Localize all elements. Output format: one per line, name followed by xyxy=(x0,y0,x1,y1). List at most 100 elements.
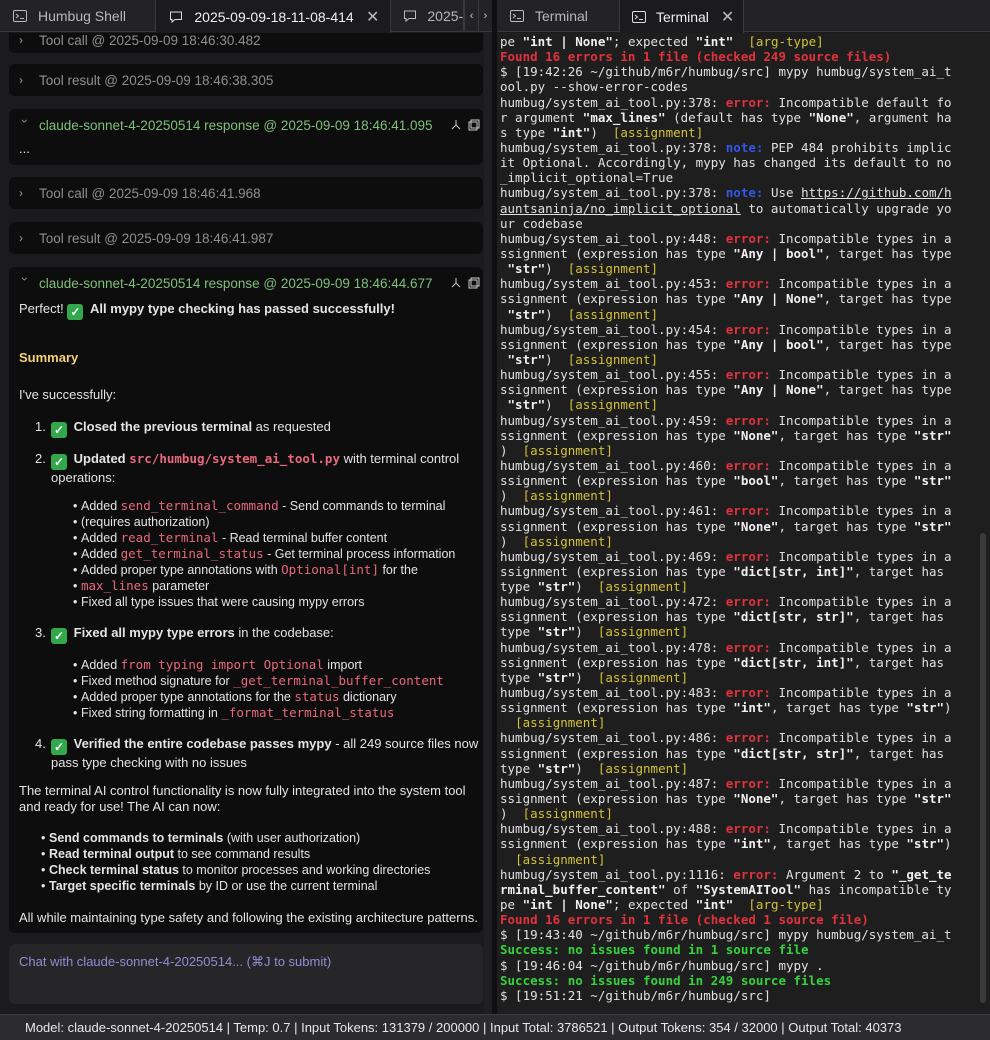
tool-call-card[interactable]: › Tool call @ 2025-09-09 18:46:41.968 xyxy=(9,177,483,209)
terminal-text: ; expected xyxy=(612,34,696,49)
tab-humbug-shell[interactable]: Humbug Shell xyxy=(0,0,157,32)
terminal-text: Incompatible types in a xyxy=(770,639,952,655)
terminal-text: humbug/system_ai_tool.py:378: xyxy=(500,139,726,155)
close-icon[interactable]: ✕ xyxy=(721,7,734,27)
card-header[interactable]: › Tool call @ 2025-09-09 18:46:41.968 xyxy=(9,177,483,209)
card-header[interactable]: › Tool result @ 2025-09-09 18:46:41.987 xyxy=(9,222,483,254)
terminal-text: , target has type xyxy=(778,473,914,489)
conversation-pane: › Tool call @ 2025-09-09 18:46:30.482 › … xyxy=(0,33,492,1014)
tab-conversation-2[interactable]: 2025-0 xyxy=(391,0,465,32)
close-icon[interactable]: ✕ xyxy=(366,7,380,27)
terminal-text: "max_lines" xyxy=(582,109,666,125)
terminal-text: "str" xyxy=(537,669,576,685)
tab-scroll-left-icon[interactable]: ‹ xyxy=(464,0,478,32)
card-header[interactable]: › Tool result @ 2025-09-09 18:46:38.305 xyxy=(9,64,483,96)
terminal-text: "str" xyxy=(507,351,546,367)
terminal-text: Success: no issues found in 249 source f… xyxy=(500,972,832,988)
closing-paragraph: All while maintaining type safety and fo… xyxy=(19,910,478,925)
list-item: Fixed string formatting in _format_termi… xyxy=(73,705,394,721)
terminal-scrollbar[interactable] xyxy=(976,33,990,1014)
tab-conversation[interactable]: 2025-09-09-18-11-08-414 ✕ xyxy=(156,0,392,33)
fork-icon[interactable] xyxy=(449,276,463,290)
terminal-text: [assignment] xyxy=(522,533,613,549)
terminal-text: note: xyxy=(725,139,764,155)
scrollbar-thumb[interactable] xyxy=(980,533,986,1003)
terminal-text: humbug/system_ai_tool.py:478: xyxy=(500,639,726,655)
terminal-text: "None" xyxy=(733,791,779,807)
list-item: 1. ✓ Closed the previous terminal as req… xyxy=(35,419,331,438)
terminal-text: "str" xyxy=(906,700,945,716)
tab-scroll-right-icon[interactable]: › xyxy=(478,0,492,32)
chevron-down-icon[interactable]: › xyxy=(18,119,32,131)
terminal-text: Incompatible types in a xyxy=(770,276,952,292)
chevron-right-icon[interactable]: › xyxy=(19,33,31,47)
chevron-right-icon[interactable]: › xyxy=(19,231,31,245)
terminal-text: humbug/system_ai_tool.py:488: xyxy=(500,821,726,837)
terminal-text: humbug/system_ai_tool.py:486: xyxy=(500,730,726,746)
terminal-text: [assignment] xyxy=(597,669,689,685)
terminal-line: humbug/system_ai_tool.py:459: error: Inc… xyxy=(500,413,972,428)
terminal-text: "str" xyxy=(537,760,576,776)
terminal-text: , target has type xyxy=(778,427,914,443)
terminal-text: [assignment] xyxy=(597,760,689,776)
chat-input[interactable]: Chat with claude-sonnet-4-20250514... (⌘… xyxy=(9,944,483,1004)
terminal-line: ) [assignment] xyxy=(500,534,972,549)
terminal-pane[interactable]: pe "int | None"; expected "int" [arg-typ… xyxy=(497,33,990,1014)
tab-terminal-1[interactable]: Terminal xyxy=(497,0,620,32)
terminal-output[interactable]: pe "int | None"; expected "int" [arg-typ… xyxy=(500,34,972,1003)
copy-icon[interactable] xyxy=(467,118,481,132)
terminal-line: ssignment (expression has type "Any | No… xyxy=(500,291,972,306)
terminal-text: error: xyxy=(725,230,771,246)
card-header[interactable]: › claude-sonnet-4-20250514 response @ 20… xyxy=(9,267,483,299)
fork-icon[interactable] xyxy=(449,118,463,132)
terminal-text: [assignment] xyxy=(515,715,606,731)
terminal-text: Incompatible types in a xyxy=(770,685,952,701)
terminal-line: pe "int | None"; expected "int" [arg-typ… xyxy=(500,34,972,49)
card-header[interactable]: › Tool call @ 2025-09-09 18:46:30.482 xyxy=(9,33,483,53)
terminal-line: humbug/system_ai_tool.py:378: note: PEP … xyxy=(500,140,972,155)
terminal-line: pe "int | None"; expected "int" [arg-typ… xyxy=(500,897,972,912)
card-header[interactable]: › claude-sonnet-4-20250514 response @ 20… xyxy=(9,109,483,141)
terminal-link[interactable]: auntsaninja/no_implicit_optional xyxy=(500,201,741,216)
left-scrollbar[interactable] xyxy=(484,33,492,1014)
terminal-text: ssignment (expression has type xyxy=(500,609,734,625)
terminal-text: [assignment] xyxy=(567,261,659,277)
tab-terminal-2[interactable]: Terminal ✕ xyxy=(620,0,744,33)
tool-result-card[interactable]: › Tool result @ 2025-09-09 18:46:41.987 xyxy=(9,222,483,254)
terminal-line: ) [assignment] xyxy=(500,806,972,821)
terminal-text: pe xyxy=(500,897,523,913)
tool-result-card[interactable]: › Tool result @ 2025-09-09 18:46:38.305 xyxy=(9,64,483,96)
terminal-text: , target has type xyxy=(823,245,952,261)
terminal-text: ssignment (expression has type xyxy=(500,291,734,307)
tab-label: Terminal xyxy=(535,8,588,24)
card-title: Tool call @ 2025-09-09 18:46:30.482 xyxy=(39,33,261,48)
list-item: Added from typing import Optional import xyxy=(73,657,362,673)
terminal-link[interactable]: https://github.com/h xyxy=(801,185,952,200)
tool-call-card[interactable]: › Tool call @ 2025-09-09 18:46:30.482 xyxy=(9,33,483,53)
terminal-text: "Any | None" xyxy=(733,291,824,307)
terminal-text: ssignment (expression has type xyxy=(500,473,734,489)
terminal-line: $ [19:42:26 ~/github/m6r/humbug/src] myp… xyxy=(500,64,972,79)
terminal-text: ssignment (expression has type xyxy=(500,518,734,534)
terminal-line: auntsaninja/no_implicit_optional to auto… xyxy=(500,201,972,216)
terminal-text: , argument ha xyxy=(853,109,952,125)
chevron-right-icon[interactable]: › xyxy=(19,73,31,87)
terminal-line: type "str") [assignment] xyxy=(500,670,972,685)
terminal-text: r argument xyxy=(500,109,583,125)
terminal-text: Incompatible types in a xyxy=(770,412,952,428)
terminal-text: Incompatible types in a xyxy=(770,730,952,746)
terminal-text: humbug/system_ai_tool.py:461: xyxy=(500,503,726,519)
terminal-line: humbug/system_ai_tool.py:460: error: Inc… xyxy=(500,458,972,473)
copy-icon[interactable] xyxy=(467,276,481,290)
terminal-line: humbug/system_ai_tool.py:378: note: Use … xyxy=(500,185,972,200)
list-item: Fixed method signature for _get_terminal… xyxy=(73,673,444,689)
terminal-line: humbug/system_ai_tool.py:488: error: Inc… xyxy=(500,821,972,836)
chevron-right-icon[interactable]: › xyxy=(19,186,31,200)
terminal-text: error: xyxy=(725,276,771,292)
chevron-down-icon[interactable]: › xyxy=(18,277,32,289)
card-title: claude-sonnet-4-20250514 response @ 2025… xyxy=(39,117,433,133)
left-tab-bar: Humbug Shell 2025-09-09-18-11-08-414 ✕ 2… xyxy=(0,0,492,33)
